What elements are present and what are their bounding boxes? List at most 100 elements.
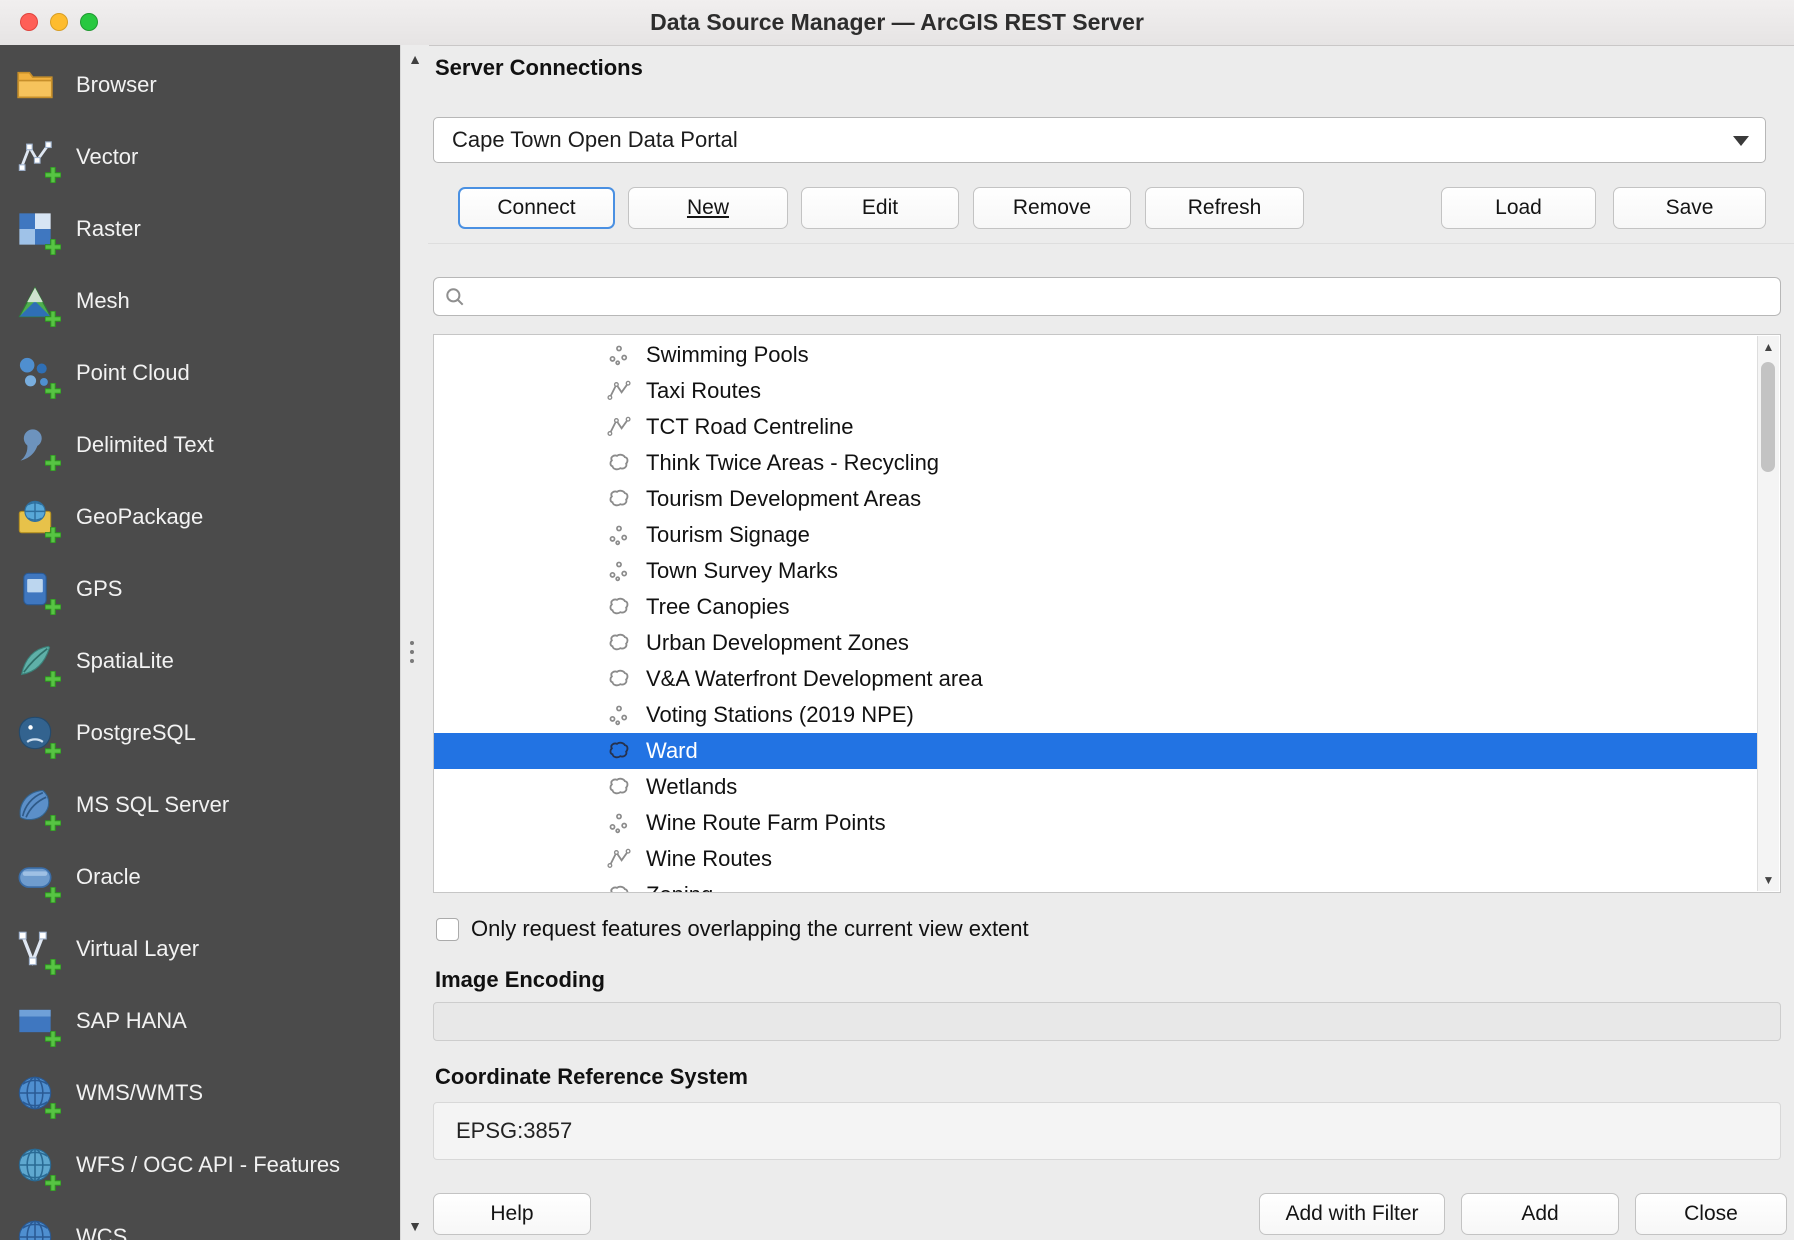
virtual-layer-icon — [14, 928, 56, 970]
sidebar-item-spatialite[interactable]: SpatiaLite — [0, 625, 400, 697]
wcs-icon — [14, 1216, 56, 1240]
titlebar: Data Source Manager — ArcGIS REST Server — [0, 0, 1794, 46]
sidebar-item-label: Point Cloud — [76, 360, 190, 386]
connect-button[interactable]: Connect — [458, 187, 615, 229]
sidebar-item-wfs-ogc-api-features[interactable]: WFS / OGC API - Features — [0, 1129, 400, 1201]
wms-icon — [14, 1072, 56, 1114]
sidebar-item-label: SpatiaLite — [76, 648, 174, 674]
layer-row[interactable]: Town Survey Marks — [434, 553, 1758, 589]
sidebar-item-label: GPS — [76, 576, 122, 602]
layer-name: Zoning — [646, 882, 713, 893]
sidebar-item-vector[interactable]: Vector — [0, 121, 400, 193]
sidebar-item-ms-sql-server[interactable]: MS SQL Server — [0, 769, 400, 841]
sidebar-item-virtual-layer[interactable]: Virtual Layer — [0, 913, 400, 985]
sidebar-item-point-cloud[interactable]: Point Cloud — [0, 337, 400, 409]
chevron-down-icon — [1733, 136, 1749, 146]
layer-search-input[interactable] — [474, 277, 1780, 316]
sidebar-item-label: SAP HANA — [76, 1008, 187, 1034]
layer-row[interactable]: Tree Canopies — [434, 589, 1758, 625]
layer-name: Town Survey Marks — [646, 558, 838, 584]
connection-select[interactable]: Cape Town Open Data Portal — [433, 117, 1766, 163]
crs-value-field[interactable]: EPSG:3857 — [433, 1102, 1781, 1160]
refresh-button[interactable]: Refresh — [1145, 187, 1304, 229]
sidebar-item-label: WFS / OGC API - Features — [76, 1152, 340, 1178]
sidebar-item-browser[interactable]: Browser — [0, 49, 400, 121]
scroll-down-icon[interactable]: ▼ — [1758, 873, 1779, 887]
layer-list-scrollbar[interactable]: ▲ ▼ — [1757, 336, 1779, 891]
sidebar-item-geopackage[interactable]: GeoPackage — [0, 481, 400, 553]
close-window-button[interactable] — [20, 13, 38, 31]
scrollbar-thumb[interactable] — [1761, 362, 1775, 472]
add-with-filter-button[interactable]: Add with Filter — [1259, 1193, 1445, 1235]
point-geometry-icon — [606, 810, 632, 836]
edit-button[interactable]: Edit — [801, 187, 959, 229]
layer-row[interactable]: Wetlands — [434, 769, 1758, 805]
sidebar-item-wms-wmts[interactable]: WMS/WMTS — [0, 1057, 400, 1129]
delimited-text-icon — [14, 424, 56, 466]
layer-name: Think Twice Areas - Recycling — [646, 450, 939, 476]
layer-name: Tourism Signage — [646, 522, 810, 548]
layer-row[interactable]: Wine Routes — [434, 841, 1758, 877]
sidebar-item-postgresql[interactable]: PostgreSQL — [0, 697, 400, 769]
scroll-down-icon[interactable]: ▼ — [401, 1218, 429, 1234]
layer-name: TCT Road Centreline — [646, 414, 853, 440]
add-badge-icon — [45, 455, 61, 471]
sidebar-item-oracle[interactable]: Oracle — [0, 841, 400, 913]
layer-list: Swimming Pools Taxi Routes TCT Road Cent… — [433, 334, 1781, 893]
image-encoding-field[interactable] — [433, 1002, 1781, 1041]
traffic-lights — [20, 13, 98, 31]
sidebar-item-label: WMS/WMTS — [76, 1080, 203, 1106]
layer-row[interactable]: Tourism Development Areas — [434, 481, 1758, 517]
sidebar-item-delimited-text[interactable]: Delimited Text — [0, 409, 400, 481]
layer-name: V&A Waterfront Development area — [646, 666, 983, 692]
vector-icon — [14, 136, 56, 178]
sidebar-item-mesh[interactable]: Mesh — [0, 265, 400, 337]
minimize-window-button[interactable] — [50, 13, 68, 31]
line-geometry-icon — [606, 378, 632, 404]
zoom-window-button[interactable] — [80, 13, 98, 31]
sidebar-item-gps[interactable]: GPS — [0, 553, 400, 625]
overlap-extent-checkbox[interactable] — [436, 918, 459, 941]
layer-row[interactable]: Wine Route Farm Points — [434, 805, 1758, 841]
layer-row[interactable]: Voting Stations (2019 NPE) — [434, 697, 1758, 733]
scroll-up-icon[interactable]: ▲ — [401, 51, 429, 67]
layer-search-box[interactable] — [433, 277, 1781, 316]
layer-row[interactable]: Taxi Routes — [434, 373, 1758, 409]
add-badge-icon — [45, 167, 61, 183]
point-geometry-icon — [606, 558, 632, 584]
layer-row[interactable]: Swimming Pools — [434, 337, 1758, 373]
layer-name: Tree Canopies — [646, 594, 789, 620]
add-button[interactable]: Add — [1461, 1193, 1619, 1235]
add-badge-icon — [45, 383, 61, 399]
sidebar-item-label: WCS — [76, 1224, 127, 1240]
layer-row[interactable]: Urban Development Zones — [434, 625, 1758, 661]
close-button[interactable]: Close — [1635, 1193, 1787, 1235]
mssql-icon — [14, 784, 56, 826]
layer-name: Wine Routes — [646, 846, 772, 872]
layer-row[interactable]: Think Twice Areas - Recycling — [434, 445, 1758, 481]
layer-row[interactable]: Zoning — [434, 877, 1758, 893]
layer-name: Swimming Pools — [646, 342, 809, 368]
sidebar-item-label: MS SQL Server — [76, 792, 229, 818]
splitter-handle[interactable] — [410, 641, 414, 663]
remove-button[interactable]: Remove — [973, 187, 1131, 229]
sidebar-scrollbar[interactable]: ▲ ▼ — [400, 45, 429, 1240]
layer-name: Urban Development Zones — [646, 630, 909, 656]
sidebar-item-wcs[interactable]: WCS — [0, 1201, 400, 1240]
layer-row[interactable]: Tourism Signage — [434, 517, 1758, 553]
sidebar-item-sap-hana[interactable]: SAP HANA — [0, 985, 400, 1057]
mesh-icon — [14, 280, 56, 322]
load-button[interactable]: Load — [1441, 187, 1596, 229]
sidebar-item-label: Delimited Text — [76, 432, 214, 458]
sidebar-item-raster[interactable]: Raster — [0, 193, 400, 265]
sidebar-item-label: Raster — [76, 216, 141, 242]
polygon-geometry-icon — [606, 630, 632, 656]
new-button[interactable]: New — [628, 187, 788, 229]
help-button[interactable]: Help — [433, 1193, 591, 1235]
layer-row[interactable]: TCT Road Centreline — [434, 409, 1758, 445]
layer-row-selected[interactable]: Ward — [434, 733, 1758, 769]
scroll-up-icon[interactable]: ▲ — [1758, 340, 1779, 354]
sidebar-item-label: Vector — [76, 144, 138, 170]
layer-row[interactable]: V&A Waterfront Development area — [434, 661, 1758, 697]
save-button[interactable]: Save — [1613, 187, 1766, 229]
